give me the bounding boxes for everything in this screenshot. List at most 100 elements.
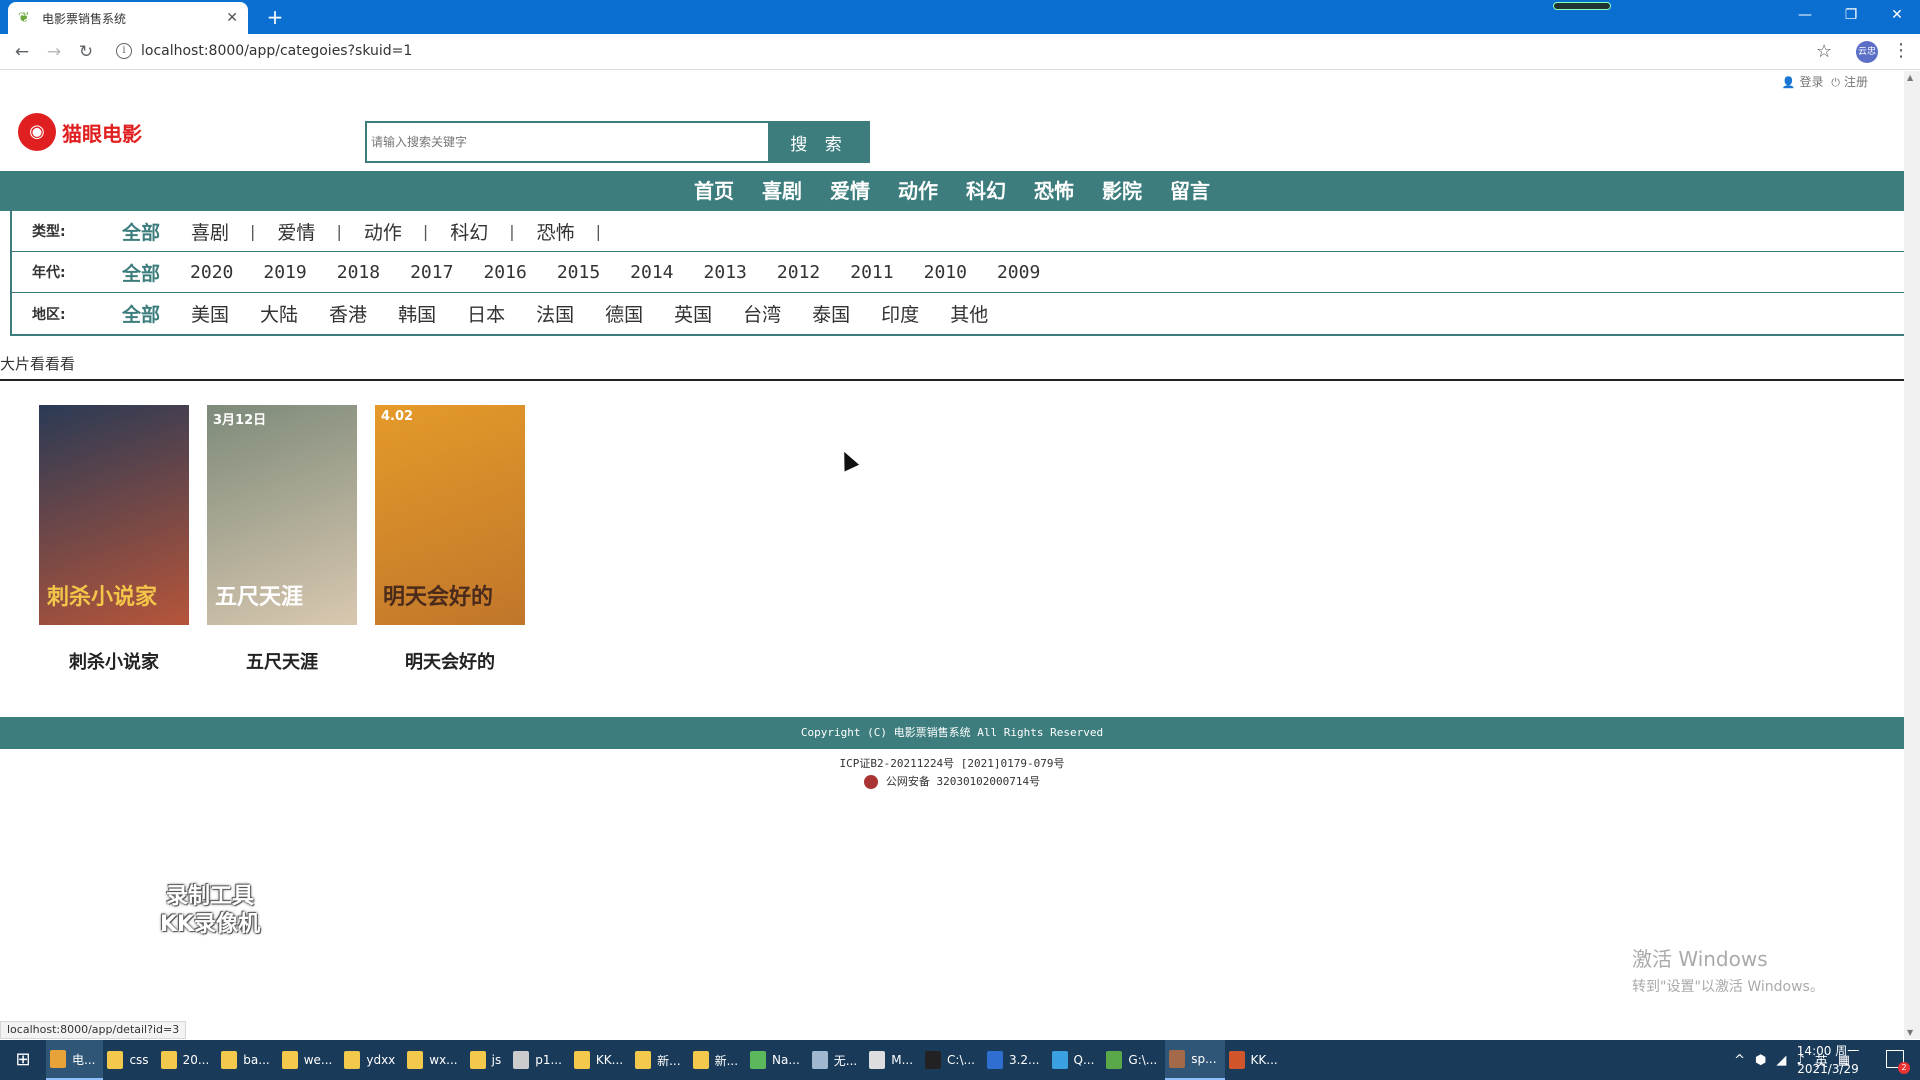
taskbar-item[interactable]: 无... <box>808 1040 865 1080</box>
filter-year-0[interactable]: 全部 <box>122 259 160 286</box>
nav-item-0[interactable]: 首页 <box>694 171 734 211</box>
movie-card[interactable]: 刺杀小说家 刺杀小说家 <box>39 405 189 674</box>
site-logo[interactable]: ◉ 猫眼电影 <box>18 113 142 151</box>
taskbar-item[interactable]: sp... <box>1165 1040 1225 1080</box>
filter-year-10[interactable]: 2011 <box>850 262 893 283</box>
filter-year-9[interactable]: 2012 <box>777 262 820 283</box>
reload-icon[interactable]: ↻ <box>74 40 98 64</box>
filter-type-2[interactable]: 爱情 <box>277 218 315 245</box>
filter-region-11[interactable]: 印度 <box>881 300 919 327</box>
movie-card[interactable]: 3月12日 五尺天涯五尺天涯 <box>207 405 357 674</box>
filter-region-9[interactable]: 台湾 <box>743 300 781 327</box>
filter-label-type: 类型: <box>32 224 66 240</box>
taskbar-item[interactable]: 3.2... <box>983 1040 1048 1080</box>
filter-year-3[interactable]: 2018 <box>337 262 380 283</box>
nav-item-2[interactable]: 爱情 <box>830 171 870 211</box>
filter-type-3[interactable]: 动作 <box>364 218 402 245</box>
movie-card[interactable]: 4.02 明天会好的明天会好的 <box>375 405 525 674</box>
scroll-up-icon[interactable]: ▲ <box>1907 73 1913 82</box>
taskbar-item[interactable]: M... <box>865 1040 921 1080</box>
movie-title[interactable]: 刺杀小说家 <box>39 648 189 674</box>
filter-region-6[interactable]: 法国 <box>536 300 574 327</box>
taskbar-item-label: 无... <box>833 1053 858 1068</box>
filter-year-4[interactable]: 2017 <box>410 262 453 283</box>
search-button[interactable]: 搜 索 <box>768 121 870 163</box>
filter-region-10[interactable]: 泰国 <box>812 300 850 327</box>
back-arrow-icon[interactable]: ← <box>10 40 34 64</box>
filter-year-2[interactable]: 2019 <box>263 262 306 283</box>
filter-region-7[interactable]: 德国 <box>605 300 643 327</box>
network-icon[interactable]: ◢ <box>1776 1053 1786 1068</box>
filter-region-1[interactable]: 美国 <box>191 300 229 327</box>
filter-year-12[interactable]: 2009 <box>997 262 1040 283</box>
nav-item-4[interactable]: 科幻 <box>966 171 1006 211</box>
taskbar-item-label: M... <box>891 1053 914 1067</box>
filter-type-0[interactable]: 全部 <box>122 218 160 245</box>
filter-year-11[interactable]: 2010 <box>924 262 967 283</box>
site-info-icon[interactable]: i <box>116 43 132 59</box>
taskbar-item[interactable]: KK... <box>570 1040 631 1080</box>
browser-menu-icon[interactable]: ⋮ <box>1892 40 1910 61</box>
movie-poster[interactable]: 刺杀小说家 <box>39 405 189 625</box>
movie-title[interactable]: 五尺天涯 <box>207 648 357 674</box>
filter-year-1[interactable]: 2020 <box>190 262 233 283</box>
filter-region-0[interactable]: 全部 <box>122 300 160 327</box>
clock[interactable]: 14:00 周一 2021/3/29 <box>1788 1042 1868 1078</box>
windows-start-icon[interactable]: ⊞ <box>0 1040 46 1080</box>
forward-arrow-icon[interactable]: → <box>42 40 66 64</box>
filter-region-2[interactable]: 大陆 <box>260 300 298 327</box>
close-window-button[interactable]: ✕ <box>1874 0 1920 30</box>
browser-tab[interactable]: ❦ 电影票销售系统 ✕ <box>8 2 248 34</box>
tab-close-icon[interactable]: ✕ <box>226 10 238 26</box>
filter-year-8[interactable]: 2013 <box>704 262 747 283</box>
minimize-button[interactable]: — <box>1782 0 1828 30</box>
search-input[interactable] <box>365 121 768 163</box>
taskbar-item[interactable]: css <box>103 1040 156 1080</box>
taskbar-item[interactable]: js <box>466 1040 510 1080</box>
taskbar-item[interactable]: G:\... <box>1102 1040 1165 1080</box>
filter-year-5[interactable]: 2016 <box>483 262 526 283</box>
movie-poster[interactable]: 3月12日 五尺天涯 <box>207 405 357 625</box>
movie-poster[interactable]: 4.02 明天会好的 <box>375 405 525 625</box>
filter-region-3[interactable]: 香港 <box>329 300 367 327</box>
filter-region-8[interactable]: 英国 <box>674 300 712 327</box>
taskbar-item[interactable]: wx... <box>403 1040 465 1080</box>
taskbar-item[interactable]: C:\... <box>921 1040 983 1080</box>
page-scrollbar[interactable]: ▲ ▼ <box>1904 71 1920 1039</box>
taskbar-item[interactable]: p1... <box>509 1040 570 1080</box>
filter-type-1[interactable]: 喜剧 <box>191 218 229 245</box>
register-link[interactable]: 注册 <box>1844 75 1868 89</box>
filter-type-4[interactable]: 科幻 <box>450 218 488 245</box>
taskbar-item[interactable]: ydxx <box>340 1040 403 1080</box>
url-field[interactable]: localhost:8000/app/categoies?skuid=1 <box>141 43 412 59</box>
movie-title[interactable]: 明天会好的 <box>375 648 525 674</box>
filter-year-7[interactable]: 2014 <box>630 262 673 283</box>
shield-icon[interactable]: ⬢ <box>1755 1053 1766 1068</box>
bookmark-star-icon[interactable]: ☆ <box>1816 41 1832 62</box>
filter-year-6[interactable]: 2015 <box>557 262 600 283</box>
restore-button[interactable]: ❐ <box>1828 0 1874 30</box>
filter-region-5[interactable]: 日本 <box>467 300 505 327</box>
taskbar-item[interactable]: 电... <box>46 1040 104 1080</box>
nav-item-7[interactable]: 留言 <box>1170 171 1210 211</box>
filter-type-5[interactable]: 恐怖 <box>537 218 575 245</box>
taskbar-item[interactable]: 20... <box>157 1040 218 1080</box>
nav-item-3[interactable]: 动作 <box>898 171 938 211</box>
taskbar-item[interactable]: KK... <box>1225 1040 1286 1080</box>
filter-region-4[interactable]: 韩国 <box>398 300 436 327</box>
login-link[interactable]: 登录 <box>1799 75 1823 89</box>
chevron-up-icon[interactable]: ^ <box>1734 1053 1745 1068</box>
new-tab-button[interactable]: + <box>262 4 288 30</box>
taskbar-item[interactable]: Q... <box>1048 1040 1103 1080</box>
scroll-down-icon[interactable]: ▼ <box>1907 1028 1913 1037</box>
taskbar-item[interactable]: 新... <box>689 1040 746 1080</box>
profile-avatar[interactable]: 云忠 <box>1856 41 1878 63</box>
taskbar-item[interactable]: ba... <box>217 1040 277 1080</box>
nav-item-5[interactable]: 恐怖 <box>1034 171 1074 211</box>
taskbar-item[interactable]: Na... <box>746 1040 808 1080</box>
nav-item-6[interactable]: 影院 <box>1102 171 1142 211</box>
taskbar-item[interactable]: we... <box>278 1040 341 1080</box>
nav-item-1[interactable]: 喜剧 <box>762 171 802 211</box>
filter-region-12[interactable]: 其他 <box>950 300 988 327</box>
taskbar-item[interactable]: 新... <box>631 1040 688 1080</box>
